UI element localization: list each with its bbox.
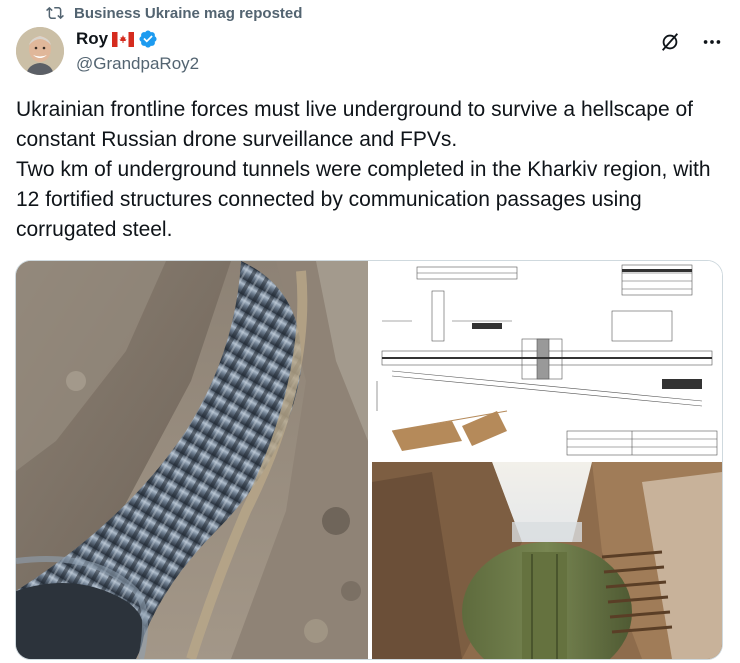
tweet-paragraph-2: Two km of underground tunnels were compl…: [16, 158, 711, 241]
repost-label: Business Ukraine mag reposted: [74, 4, 303, 22]
more-icon[interactable]: [700, 30, 724, 54]
tweet-actions: [658, 30, 724, 54]
corrugated-steel-tunnel-photo[interactable]: [16, 261, 368, 659]
canada-flag-icon: [112, 31, 135, 47]
grok-icon[interactable]: [658, 30, 682, 54]
avatar[interactable]: [16, 27, 64, 75]
construction-blueprint-drawing[interactable]: [372, 261, 722, 458]
author-name[interactable]: Roy: [76, 29, 108, 49]
tweet-paragraph-1: Ukrainian frontline forces must live und…: [16, 98, 694, 151]
verified-badge-icon[interactable]: [138, 29, 158, 49]
tweet-text: Ukrainian frontline forces must live und…: [16, 95, 728, 245]
trench-bunker-entrance-photo[interactable]: [372, 462, 722, 659]
author-handle[interactable]: @GrandpaRoy2: [76, 54, 199, 74]
author-block: Roy @GrandpaRoy2: [76, 28, 199, 74]
media-grid: [15, 260, 723, 660]
repost-header[interactable]: Business Ukraine mag reposted: [46, 3, 302, 23]
repost-icon: [46, 6, 64, 20]
